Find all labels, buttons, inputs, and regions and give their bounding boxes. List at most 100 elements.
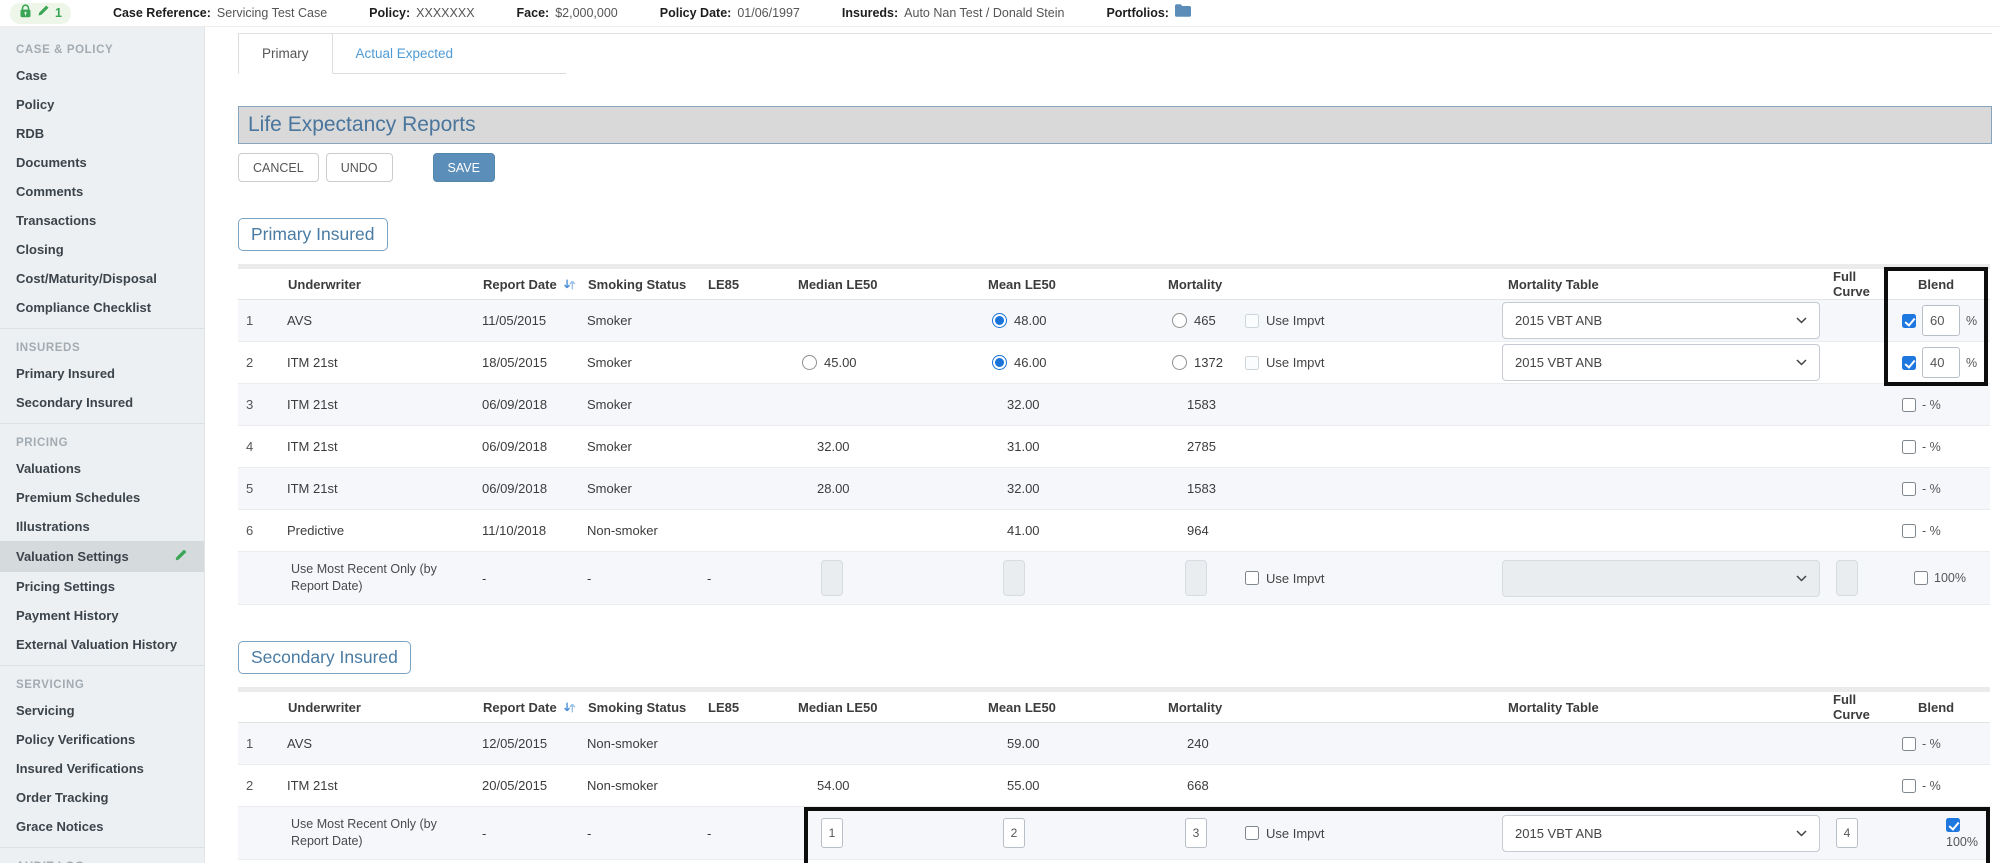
mortality-radio[interactable] xyxy=(1172,355,1187,370)
sidebar-item-grace-notices[interactable]: Grace Notices xyxy=(0,812,204,841)
mean-le50-input[interactable] xyxy=(1003,560,1025,596)
blend-checkbox[interactable] xyxy=(1902,314,1916,328)
sidebar-item-label: Case xyxy=(16,68,47,83)
sidebar-item-cost-maturity-disposal[interactable]: Cost/Maturity/Disposal xyxy=(0,264,204,293)
blend-percent-input[interactable] xyxy=(1922,305,1960,336)
mortality-input[interactable] xyxy=(1185,818,1207,848)
mean-le50-radio[interactable] xyxy=(992,313,1007,328)
table-row: 2 ITM 21st 18/05/2015 Smoker 45.00 46.00… xyxy=(238,342,1990,384)
face-field: Face: $2,000,000 xyxy=(517,6,618,20)
status-count: 1 xyxy=(55,6,62,20)
sidebar-item-external-valuation-history[interactable]: External Valuation History xyxy=(0,630,204,659)
sidebar-item-label: Insured Verifications xyxy=(16,761,144,776)
sidebar-item-label: Premium Schedules xyxy=(16,490,140,505)
sidebar-section-title: PRICING xyxy=(0,426,204,454)
sidebar-item-label: External Valuation History xyxy=(16,637,177,652)
col-median-le50: Median LE50 xyxy=(793,277,983,292)
col-smoking-status: Smoking Status xyxy=(583,277,703,292)
sort-icon[interactable] xyxy=(563,278,576,291)
sidebar-item-label: Servicing xyxy=(16,703,75,718)
sidebar-item-label: Pricing Settings xyxy=(16,579,115,594)
topbar: 1 Case Reference: Servicing Test Case Po… xyxy=(0,0,2000,27)
mortality-radio[interactable] xyxy=(1172,313,1187,328)
col-mean-le50: Mean LE50 xyxy=(983,277,1163,292)
blend-checkbox[interactable] xyxy=(1902,356,1916,370)
mean-le50-radio[interactable] xyxy=(992,355,1007,370)
full-curve-input[interactable] xyxy=(1836,818,1858,848)
sidebar-item-rdb[interactable]: RDB xyxy=(0,119,204,148)
sidebar-item-documents[interactable]: Documents xyxy=(0,148,204,177)
sidebar-item-valuations[interactable]: Valuations xyxy=(0,454,204,483)
page-title: Life Expectancy Reports xyxy=(238,106,1992,144)
median-le50-input[interactable] xyxy=(821,818,843,848)
blend-checkbox[interactable] xyxy=(1902,737,1916,751)
full-curve-input[interactable] xyxy=(1836,560,1858,596)
table-row: 1 AVS 11/05/2015 Smoker 48.00 465 Use Im… xyxy=(238,300,1990,342)
sidebar-item-illustrations[interactable]: Illustrations xyxy=(0,512,204,541)
col-report-date[interactable]: Report Date xyxy=(478,277,583,292)
sidebar-item-policy[interactable]: Policy xyxy=(0,90,204,119)
sidebar-item-policy-verifications[interactable]: Policy Verifications xyxy=(0,725,204,754)
sidebar-item-servicing[interactable]: Servicing xyxy=(0,696,204,725)
median-le50-input[interactable] xyxy=(821,560,843,596)
use-impvt-checkbox[interactable] xyxy=(1245,571,1259,585)
mean-le50-input[interactable] xyxy=(1003,818,1025,848)
sidebar-item-insured-verifications[interactable]: Insured Verifications xyxy=(0,754,204,783)
blend-checkbox[interactable] xyxy=(1902,398,1916,412)
col-report-date[interactable]: Report Date xyxy=(478,700,583,715)
sidebar-item-premium-schedules[interactable]: Premium Schedules xyxy=(0,483,204,512)
undo-button[interactable]: UNDO xyxy=(326,153,393,182)
blend-checkbox[interactable] xyxy=(1902,779,1916,793)
mortality-table-select[interactable]: 2015 VBT ANB xyxy=(1502,344,1820,381)
mortality-table-select[interactable]: 2015 VBT ANB xyxy=(1502,815,1820,852)
tab-actual-expected[interactable]: Actual Expected xyxy=(333,34,477,74)
mortality-input[interactable] xyxy=(1185,560,1207,596)
blend-checkbox[interactable] xyxy=(1902,482,1916,496)
sidebar-item-pricing-settings[interactable]: Pricing Settings xyxy=(0,572,204,601)
tab-primary[interactable]: Primary xyxy=(238,34,333,74)
median-le50-radio[interactable] xyxy=(802,355,817,370)
sidebar-item-comments[interactable]: Comments xyxy=(0,177,204,206)
save-button[interactable]: SAVE xyxy=(433,153,495,182)
case-reference-field: Case Reference: Servicing Test Case xyxy=(113,6,327,20)
sidebar-item-closing[interactable]: Closing xyxy=(0,235,204,264)
sidebar-item-label: RDB xyxy=(16,126,44,141)
policy-field: Policy: XXXXXXX xyxy=(369,6,474,20)
sidebar-item-label: Valuation Settings xyxy=(16,549,129,564)
blend-checkbox[interactable] xyxy=(1902,440,1916,454)
sidebar-section-title: AUDIT LOG xyxy=(0,850,204,863)
sidebar-item-primary-insured[interactable]: Primary Insured xyxy=(0,359,204,388)
sidebar-item-label: Grace Notices xyxy=(16,819,103,834)
col-median-le50: Median LE50 xyxy=(793,700,983,715)
use-impvt-checkbox[interactable] xyxy=(1245,356,1259,370)
sidebar-item-label: Payment History xyxy=(16,608,119,623)
sort-icon[interactable] xyxy=(563,701,576,714)
status-pill: 1 xyxy=(10,3,71,24)
sidebar-item-valuation-settings[interactable]: Valuation Settings xyxy=(0,541,204,572)
col-full-curve: Full Curve xyxy=(1823,692,1888,722)
edit-pencil-icon xyxy=(37,4,50,22)
folder-icon[interactable] xyxy=(1175,4,1191,22)
use-impvt-checkbox[interactable] xyxy=(1245,314,1259,328)
blend-100-checkbox[interactable] xyxy=(1914,571,1928,585)
sidebar-section-title: SERVICING xyxy=(0,668,204,696)
blend-100-checkbox[interactable] xyxy=(1946,818,1960,832)
sidebar-item-secondary-insured[interactable]: Secondary Insured xyxy=(0,388,204,417)
cancel-button[interactable]: CANCEL xyxy=(238,153,319,182)
use-impvt-checkbox[interactable] xyxy=(1245,826,1259,840)
sidebar-item-case[interactable]: Case xyxy=(0,61,204,90)
table-row: 2 ITM 21st 20/05/2015 Non-smoker 54.00 5… xyxy=(238,765,1990,807)
sidebar-item-transactions[interactable]: Transactions xyxy=(0,206,204,235)
blend-checkbox[interactable] xyxy=(1902,524,1916,538)
blend-percent-input[interactable] xyxy=(1922,347,1960,378)
mortality-table-select[interactable]: 2015 VBT ANB xyxy=(1502,302,1820,339)
sidebar-item-compliance-checklist[interactable]: Compliance Checklist xyxy=(0,293,204,322)
sidebar-section-title: INSUREDS xyxy=(0,331,204,359)
sidebar-item-payment-history[interactable]: Payment History xyxy=(0,601,204,630)
table-row: 6 Predictive 11/10/2018 Non-smoker 41.00… xyxy=(238,510,1990,552)
table-header-row: Underwriter Report Date Smoking Status L… xyxy=(238,269,1990,300)
mortality-table-select[interactable] xyxy=(1502,560,1820,597)
sidebar-item-order-tracking[interactable]: Order Tracking xyxy=(0,783,204,812)
policy-date-field: Policy Date: 01/06/1997 xyxy=(660,6,800,20)
lock-icon xyxy=(19,4,32,23)
